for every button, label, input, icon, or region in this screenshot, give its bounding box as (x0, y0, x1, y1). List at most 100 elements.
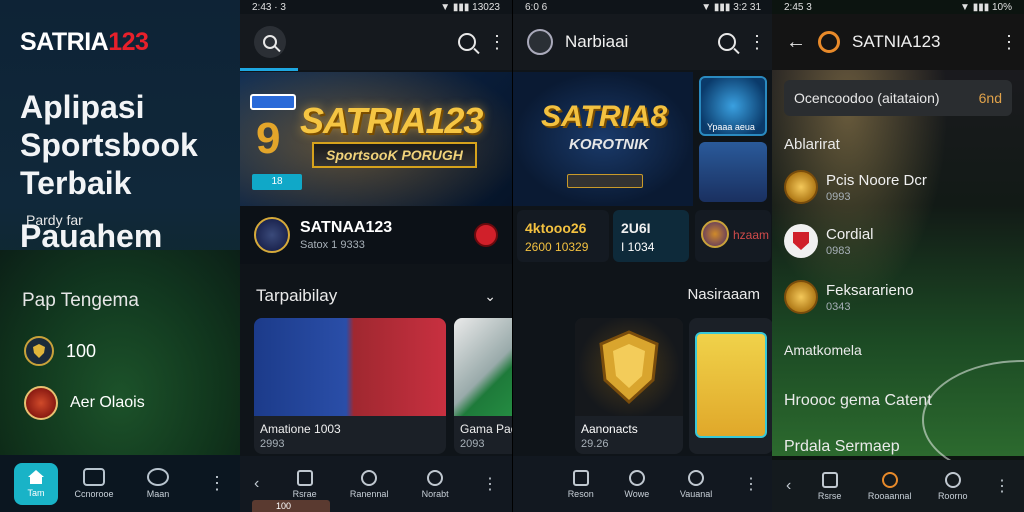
score-card[interactable]: hzaam (695, 210, 771, 262)
promo-panel: SATRIA123 Aplipasi Sportsbook Terbaik Pa… (0, 0, 240, 512)
thumbnail-player[interactable] (699, 142, 767, 202)
status-icons: ▼ ▮▮▮ 13023 (440, 1, 500, 13)
app-logo: SATRIA123 (20, 28, 149, 57)
peek-value: 100 (276, 501, 292, 511)
player-card[interactable]: Gama Padiane 2093 (454, 318, 512, 454)
card-carousel: Amatione 1003 2993 Gama Padiane 2093 (254, 318, 512, 454)
more-icon[interactable]: ⋮ (1000, 32, 1018, 53)
trophy-card[interactable]: Aanonacts 29.26 (575, 318, 683, 454)
hero-chip-label: 18 (252, 174, 302, 190)
back-icon[interactable]: ‹ (254, 475, 259, 493)
search-action[interactable]: 6nd (979, 90, 1002, 106)
nav-label: Ranennal (349, 488, 389, 499)
card-sub: 2993 (260, 438, 285, 450)
section-link[interactable]: Nasiraaam (687, 286, 760, 303)
app-bar: ⋮ (240, 14, 512, 70)
item-name: Feksararieno (826, 281, 914, 299)
list-item[interactable]: Pcis Noore Dcr 0993 (784, 170, 927, 204)
grid-icon (821, 471, 838, 488)
headline-line: Aplipasi (20, 89, 145, 125)
item-sub: 0983 (826, 244, 851, 257)
search-input[interactable]: Ocencoodoo (aitataion) 6nd (784, 80, 1012, 116)
nav-chat-button[interactable]: Maan (130, 468, 186, 499)
status-icons: ▼ ▮▮▮ 10% (960, 1, 1012, 13)
screen: SATRIA123 Aplipasi Sportsbook Terbaik Pa… (0, 0, 1024, 512)
clock-icon (628, 469, 645, 486)
headline-line: Sportsbook (20, 127, 198, 163)
back-arrow-icon[interactable]: ← (786, 31, 806, 54)
hero-banner[interactable]: 9 SATRIA123 SportsooK PORUGH 18 (240, 72, 512, 206)
hero-ribbon: SportsooK PORUGH (312, 142, 477, 168)
hero-brand: SATRIA8 (541, 100, 668, 133)
nav-home-button[interactable]: Tam (14, 462, 58, 505)
more-icon[interactable]: ⋮ (748, 32, 766, 53)
app-title: SATNIA123 (852, 32, 941, 51)
nav-live-button[interactable]: Ranennal (349, 469, 389, 499)
grid-icon (296, 469, 313, 486)
team-crest-icon (701, 220, 729, 248)
more-icon[interactable]: ⋮ (743, 474, 759, 494)
item-name: Cordial (826, 225, 874, 243)
more-icon[interactable]: ⋮ (994, 476, 1010, 496)
status-icons: ▼ ▮▮▮ 3:2 31 (701, 1, 761, 13)
status-time: 2:43 · 3 (252, 1, 286, 13)
list-item[interactable]: Feksararieno 0343 (784, 280, 914, 314)
chat-icon (427, 469, 444, 486)
item-name: Pcis Noore Dcr (826, 171, 927, 189)
score-main: hzaam (733, 228, 770, 242)
nav-chat-button[interactable]: Norabt (421, 469, 449, 499)
search-screen: 2:45 3 ▼ ▮▮▮ 10% ← SATNIA123 ⋮ Ocencoodo… (772, 0, 1024, 512)
ticket-icon (83, 468, 105, 486)
team-crest-icon (784, 170, 818, 204)
nav-live-button[interactable]: Rooaannal (868, 471, 911, 501)
team-sub: Satox 1 9333 (300, 239, 365, 251)
club-crest-icon (24, 386, 58, 420)
more-icon[interactable]: ⋮ (488, 32, 506, 53)
player-card[interactable]: Amatione 1003 2993 (254, 318, 446, 454)
nav-chat-button[interactable]: Vauanal (680, 469, 712, 499)
card-title: Amatione 1003 (260, 422, 341, 436)
player-card[interactable] (689, 318, 772, 454)
nav-label: Roorno (937, 490, 968, 501)
section-header: Tarpaibilay ⌄ (256, 286, 496, 306)
hero-banner[interactable]: SATRIA8 KOROTNIK (513, 72, 693, 206)
live-badge-icon[interactable] (474, 223, 498, 247)
search-icon[interactable] (458, 33, 476, 51)
nav-chat-button[interactable]: Roorno (937, 471, 968, 501)
nav-label: Rsrae (292, 488, 317, 499)
nav-home-button[interactable]: Reson (568, 469, 594, 499)
score-card[interactable]: 4ktooo26 2600 10329 (517, 210, 609, 262)
thumbnail-ball[interactable]: Ypaaa aeua (699, 76, 767, 136)
bottom-label: Hroooc gema Catent (784, 392, 932, 409)
nav-live-button[interactable]: Wowe (624, 469, 650, 499)
promo-headline: Aplipasi Sportsbook Terbaik (20, 88, 198, 202)
list-item[interactable]: Cordial 0983 (784, 224, 874, 258)
chat-icon (944, 471, 961, 488)
nav-label: Rsrse (817, 490, 842, 501)
nav-games-button[interactable]: Rsrae (292, 469, 317, 499)
bottom-nav: Reson Wowe Vauanal ⋮ (513, 456, 772, 512)
brand-logo-icon (818, 31, 840, 53)
clock-icon (881, 471, 898, 488)
club-row[interactable]: Aer Olaois (24, 386, 145, 420)
score-card[interactable]: 2U6I I 1034 (613, 210, 689, 262)
chevron-down-icon[interactable]: ⌄ (484, 288, 496, 305)
profile-search-button[interactable] (254, 26, 286, 58)
nav-label: Norabt (421, 488, 449, 499)
back-icon[interactable]: ‹ (786, 477, 791, 495)
nav-label: Tam (27, 488, 45, 498)
team-row[interactable]: SATNAA123 Satox 1 9333 (240, 206, 512, 264)
more-icon[interactable]: ⋮ (482, 474, 498, 494)
card-sub: 2093 (460, 438, 485, 450)
search-icon[interactable] (718, 33, 736, 51)
thumb-label: Ypaaa aeua (707, 122, 755, 132)
nav-home-button[interactable]: Rsrse (817, 471, 842, 501)
more-icon[interactable]: ⋮ (208, 473, 226, 494)
nav-ticket-button[interactable]: Ccnorooe (66, 468, 122, 499)
team-name: SATNAA123 (300, 219, 393, 236)
hero-pill (567, 174, 643, 188)
section-title: Tarpaibilay (256, 286, 338, 305)
home-screen: 2:43 · 3 ▼ ▮▮▮ 13023 ⋮ 9 SATRIA123 Sport… (240, 0, 512, 512)
score-sub: I 1034 (621, 240, 655, 254)
nav-label: Wowe (624, 488, 650, 499)
